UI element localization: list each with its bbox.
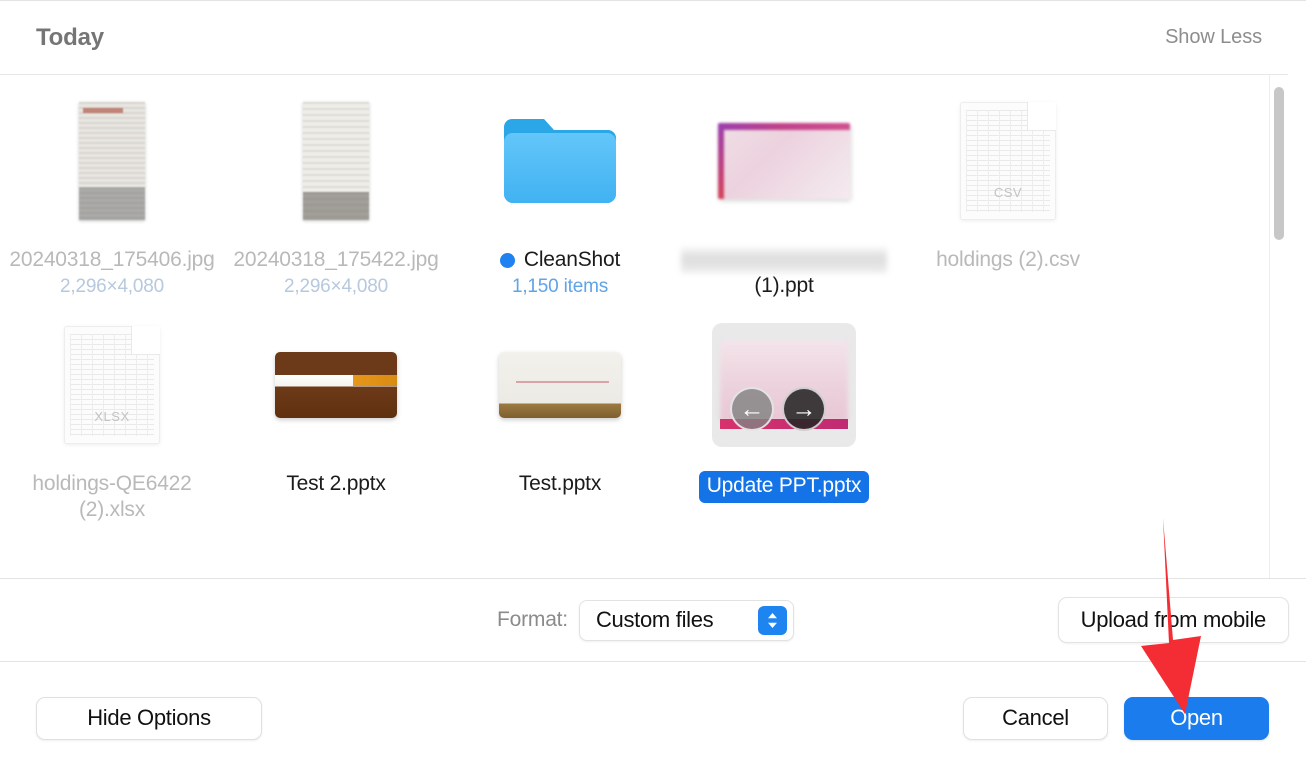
cancel-button[interactable]: Cancel [963,696,1108,740]
action-bar: Hide Options Cancel Open [0,662,1306,774]
thumbnail: ← → [672,315,896,455]
file-subtitle: 2,296×4,080 [284,276,388,297]
photo-thumbnail-icon [79,102,145,220]
file-labels: Test.pptx [455,471,665,497]
presentation-thumbnail-icon [718,123,850,199]
file-labels: CleanShot 1,150 items [455,247,665,299]
presentation-thumbnail-icon [499,352,621,418]
thumbnail: XLSX [0,315,224,455]
upload-from-mobile-button[interactable]: Upload from mobile [1057,597,1289,643]
file-name: CleanShot [523,248,621,271]
thumbnail [224,315,448,455]
file-name: holdings (2).csv [936,248,1080,271]
scrollbar-thumb[interactable] [1274,87,1284,240]
file-grid: 20240318_175406.jpg 2,296×4,080 20240318… [0,75,1288,523]
file-labels: 20240318_175422.jpg 2,296×4,080 [231,247,441,299]
file-type-label: XLSX [94,409,130,424]
thumbnail [448,315,672,455]
arrow-left-icon: ← [739,394,765,423]
file-name: Test.pptx [518,472,602,495]
file-item[interactable]: (1).ppt [672,75,896,299]
file-item[interactable]: 20240318_175406.jpg 2,296×4,080 [0,75,224,299]
thumbnail [672,91,896,231]
quicklook-preview: ← → [712,323,856,447]
presentation-thumbnail-icon [275,352,397,418]
file-picker-dialog: Today Show Less 20240318_175406.jpg 2,29… [0,0,1306,774]
format-bar: Format: Custom files Upload from mobile [0,578,1306,662]
file-labels: holdings (2).csv [903,247,1113,273]
quicklook-next-button[interactable]: → [782,387,826,431]
group-title: Today [36,23,104,51]
folder-icon [504,119,616,203]
file-name: (1).ppt [754,274,814,297]
chevron-up-down-icon [757,605,787,635]
file-labels: Update PPT.pptx [679,471,889,503]
thumbnail [224,91,448,231]
file-item-folder[interactable]: CleanShot 1,150 items [448,75,672,299]
photo-thumbnail-icon [303,102,369,220]
file-item[interactable]: CSV holdings (2).csv [896,75,1120,299]
open-button[interactable]: Open [1124,696,1269,740]
folder-name-row: CleanShot [499,247,621,273]
file-item[interactable]: XLSX holdings-QE6422 (2).xlsx [0,299,224,523]
xlsx-document-icon: XLSX [64,326,160,444]
file-type-label: CSV [993,185,1023,200]
arrow-right-icon: → [791,394,817,423]
file-name: Test 2.pptx [286,472,386,495]
group-header: Today Show Less [0,1,1288,75]
file-labels: 20240318_175406.jpg 2,296×4,080 [7,247,217,299]
file-grid-region: 20240318_175406.jpg 2,296×4,080 20240318… [0,75,1288,578]
file-name: Update PPT.pptx [698,471,870,503]
redacted-filename-bar [681,247,887,273]
vertical-scrollbar[interactable] [1269,75,1288,578]
file-name: 20240318_175422.jpg [233,248,439,271]
file-subtitle: 1,150 items [511,276,609,297]
file-item[interactable]: Test.pptx [448,299,672,523]
file-item-selected[interactable]: ← → Update PPT.pptx [672,299,896,523]
show-less-toggle[interactable]: Show Less [1165,26,1262,49]
file-name: 20240318_175406.jpg [9,248,215,271]
thumbnail: CSV [896,91,1120,231]
file-subtitle: 2,296×4,080 [60,276,164,297]
format-selected-value: Custom files [595,607,714,632]
format-label: Format: [497,608,568,631]
csv-document-icon: CSV [960,102,1056,220]
hide-options-button[interactable]: Hide Options [36,696,262,740]
thumbnail [448,91,672,231]
thumbnail [0,91,224,231]
file-labels: (1).ppt [679,247,889,299]
blue-tag-dot-icon [499,252,515,268]
file-labels: holdings-QE6422 (2).xlsx [7,471,217,523]
file-item[interactable]: Test 2.pptx [224,299,448,523]
file-name: holdings-QE6422 (2).xlsx [32,472,192,521]
file-labels: Test 2.pptx [231,471,441,497]
format-group: Format: Custom files [497,599,794,641]
quicklook-previous-button[interactable]: ← [730,387,774,431]
file-item[interactable]: 20240318_175422.jpg 2,296×4,080 [224,75,448,299]
format-select[interactable]: Custom files [578,599,794,641]
